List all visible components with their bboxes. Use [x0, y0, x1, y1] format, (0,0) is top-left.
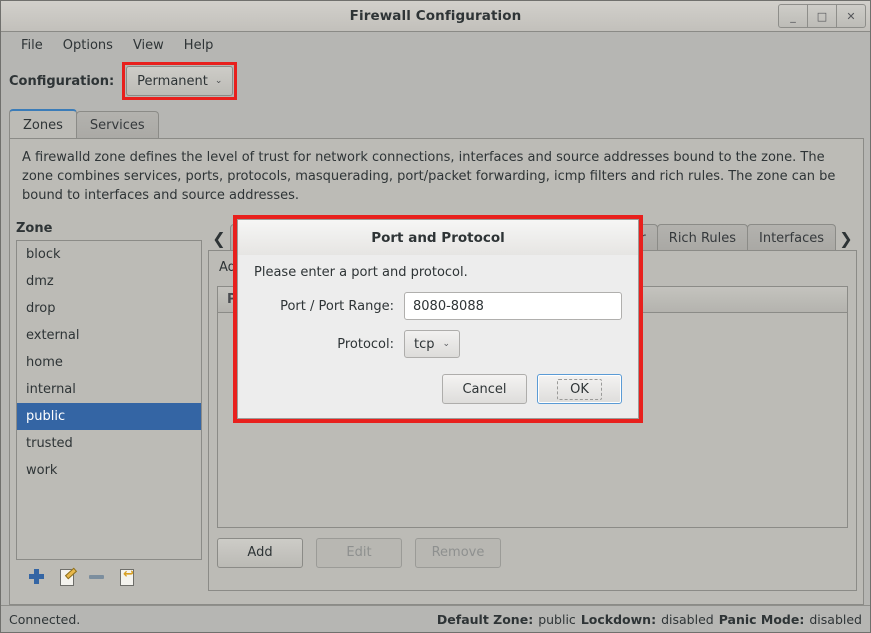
port-range-input[interactable]: 8080-8088 — [404, 292, 622, 320]
protocol-label: Protocol: — [254, 337, 404, 352]
dialog-highlight: Port and Protocol Please enter a port an… — [233, 215, 643, 423]
dialog-title: Port and Protocol — [238, 220, 638, 255]
protocol-combobox[interactable]: tcp ⌄ — [404, 330, 460, 358]
chevron-down-icon: ⌄ — [215, 77, 223, 86]
zone-toolbar — [16, 560, 202, 585]
port-field-row: Port / Port Range: 8080-8088 — [254, 292, 622, 320]
list-item[interactable]: internal — [17, 376, 201, 403]
panic-mode-value: disabled — [809, 612, 862, 627]
zone-list[interactable]: block dmz drop external home internal pu… — [16, 240, 202, 560]
firewall-configuration-window: Firewall Configuration _ □ ✕ File Option… — [0, 0, 871, 633]
list-item[interactable]: home — [17, 349, 201, 376]
ok-button[interactable]: OK — [537, 374, 622, 404]
zone-list-header: Zone — [16, 221, 202, 240]
configuration-value: Permanent — [137, 75, 208, 88]
default-zone-value: public — [538, 612, 576, 627]
menu-item-view[interactable]: View — [123, 36, 174, 55]
add-button[interactable]: Add — [217, 538, 303, 568]
cancel-button[interactable]: Cancel — [442, 374, 527, 404]
protocol-value: tcp — [414, 337, 435, 352]
list-item-selected[interactable]: public — [17, 403, 201, 430]
add-zone-icon[interactable] — [28, 568, 45, 585]
edit-zone-icon[interactable] — [58, 568, 75, 585]
tab-zones[interactable]: Zones — [9, 109, 77, 139]
scroll-right-icon[interactable]: ❯ — [835, 225, 857, 251]
configuration-row: Configuration: Permanent ⌄ — [1, 61, 870, 101]
remove-zone-icon[interactable] — [88, 568, 105, 585]
main-tabstrip: Zones Services — [9, 109, 864, 139]
load-defaults-icon[interactable] — [118, 568, 135, 585]
list-item[interactable]: drop — [17, 295, 201, 322]
configuration-highlight: Permanent ⌄ — [122, 62, 237, 100]
ok-button-label: OK — [557, 379, 602, 400]
port-and-protocol-dialog: Port and Protocol Please enter a port an… — [237, 219, 639, 419]
lockdown-label: Lockdown: — [581, 612, 656, 627]
tab-interfaces[interactable]: Interfaces — [747, 224, 836, 251]
dialog-body: Please enter a port and protocol. Port /… — [238, 255, 638, 368]
default-zone-label: Default Zone: — [437, 612, 533, 627]
menu-item-help[interactable]: Help — [174, 36, 224, 55]
list-item[interactable]: block — [17, 241, 201, 268]
protocol-field-row: Protocol: tcp ⌄ — [254, 330, 622, 358]
configuration-combobox[interactable]: Permanent ⌄ — [126, 66, 233, 96]
menubar: File Options View Help — [1, 32, 870, 58]
tab-rich-rules[interactable]: Rich Rules — [657, 224, 748, 251]
remove-button: Remove — [415, 538, 501, 568]
connection-status: Connected. — [9, 612, 80, 627]
close-button[interactable]: ✕ — [836, 4, 866, 28]
list-item[interactable]: dmz — [17, 268, 201, 295]
dialog-actions: Cancel OK — [238, 368, 638, 418]
chevron-down-icon: ⌄ — [443, 339, 451, 349]
maximize-button[interactable]: □ — [807, 4, 837, 28]
tab-services[interactable]: Services — [76, 111, 159, 139]
ports-action-row: Add Edit Remove — [209, 528, 856, 568]
list-item[interactable]: trusted — [17, 430, 201, 457]
menu-item-file[interactable]: File — [11, 36, 53, 55]
statusbar-right: Default Zone: public Lockdown: disabled … — [437, 612, 862, 627]
zone-column: Zone block dmz drop external home intern… — [16, 221, 202, 591]
port-range-label: Port / Port Range: — [254, 299, 404, 314]
statusbar: Connected. Default Zone: public Lockdown… — [1, 605, 870, 632]
zone-description: A firewalld zone defines the level of tr… — [10, 139, 863, 209]
dialog-instruction: Please enter a port and protocol. — [254, 261, 622, 292]
edit-button: Edit — [316, 538, 402, 568]
list-item[interactable]: work — [17, 457, 201, 484]
panic-mode-label: Panic Mode: — [719, 612, 805, 627]
window-title: Firewall Configuration — [350, 8, 522, 24]
scroll-left-icon[interactable]: ❮ — [208, 225, 230, 251]
window-controls: _ □ ✕ — [779, 4, 866, 28]
configuration-label: Configuration: — [9, 74, 114, 89]
minimize-button[interactable]: _ — [778, 4, 808, 28]
lockdown-value: disabled — [661, 612, 714, 627]
window-titlebar: Firewall Configuration _ □ ✕ — [1, 1, 870, 32]
list-item[interactable]: external — [17, 322, 201, 349]
menu-item-options[interactable]: Options — [53, 36, 123, 55]
